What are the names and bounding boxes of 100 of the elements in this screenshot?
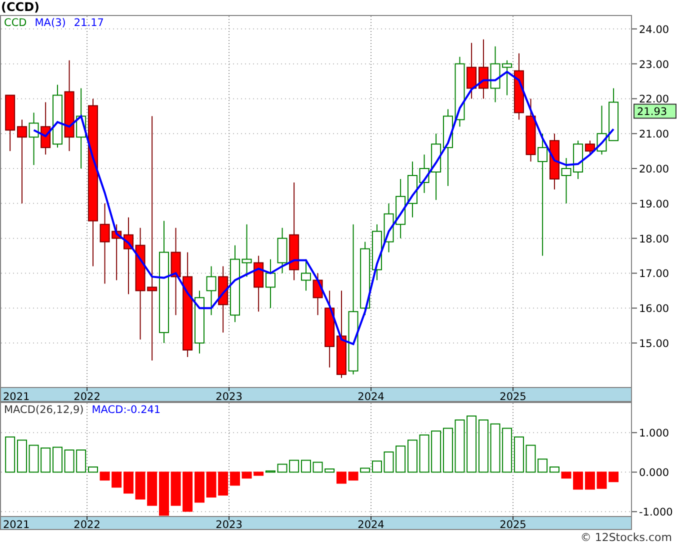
chart-title: (CCD) — [0, 0, 41, 15]
histogram-bar — [170, 472, 181, 506]
axis-label: 18.00 — [639, 233, 670, 246]
histogram-bar — [242, 472, 252, 479]
histogram-bar — [28, 444, 39, 473]
histogram-bar — [419, 434, 430, 473]
legend-label: MA(3) — [34, 17, 66, 29]
candlestick — [384, 202, 394, 253]
candlestick — [372, 224, 382, 281]
candlestick — [396, 178, 406, 239]
histogram-bar — [442, 428, 453, 473]
histogram-bar — [454, 420, 465, 473]
candlestick — [5, 94, 16, 152]
histogram-bar — [312, 462, 323, 473]
candlestick — [419, 154, 430, 194]
histogram-bar — [407, 440, 418, 473]
histogram-bar — [159, 472, 169, 516]
histogram-bar — [182, 472, 193, 512]
axis-label: 1.000 — [639, 428, 670, 440]
histogram-bar — [289, 460, 300, 473]
axis-label: 23.00 — [639, 58, 670, 71]
legend-label: 21.17 — [74, 17, 104, 29]
histogram-bar — [266, 470, 276, 473]
histogram-bar — [147, 472, 158, 506]
histogram-bar — [396, 446, 406, 473]
histogram-bar — [466, 416, 477, 473]
candlestick — [218, 266, 228, 334]
histogram-bar — [478, 420, 488, 473]
year-label: 2024 — [358, 519, 384, 530]
histogram-bar — [124, 472, 134, 494]
histogram-bar — [584, 472, 595, 490]
candlestick — [277, 227, 288, 274]
histogram-bar — [526, 444, 536, 473]
histogram-bar — [384, 452, 394, 473]
candlestick — [242, 224, 252, 278]
candlestick — [407, 161, 418, 218]
last-price-tag: 21.93 — [634, 104, 676, 119]
histogram-bar — [502, 428, 512, 473]
legend-label: MACD:-0.241 — [92, 404, 161, 416]
year-label: 2025 — [500, 519, 526, 530]
candlestick — [112, 224, 122, 281]
histogram-bar — [596, 472, 607, 489]
candlestick — [266, 258, 276, 309]
histogram-bar — [40, 448, 51, 473]
candlestick — [490, 46, 500, 103]
histogram-bar — [135, 472, 146, 500]
histogram-bar — [301, 460, 311, 473]
candlestick — [454, 56, 465, 128]
legend-label: CCD — [4, 17, 27, 29]
histogram-bar — [431, 430, 442, 473]
axis-label: 15.00 — [639, 338, 670, 350]
axis-label: 20.00 — [639, 164, 670, 176]
candlestick — [28, 112, 39, 166]
candlestick — [561, 158, 572, 204]
year-label: 2021 — [3, 519, 30, 530]
histogram-bar — [17, 440, 27, 473]
legend-label: MACD(26,12,9) — [4, 404, 84, 416]
histogram-bar — [76, 450, 86, 473]
candlestick — [194, 290, 204, 354]
histogram-bar — [608, 472, 619, 482]
axis-label: 19.00 — [639, 198, 670, 210]
year-label: 2022 — [74, 391, 100, 402]
axis-label: 17.00 — [639, 268, 670, 280]
year-label: 2021 — [3, 391, 30, 402]
histogram-bar — [206, 472, 216, 498]
axis-label: 0.000 — [639, 467, 670, 480]
candlestick — [608, 88, 619, 142]
axis-label: -1.000 — [639, 506, 673, 519]
histogram-bar — [64, 450, 74, 473]
histogram-bar — [5, 436, 16, 473]
histogram-bar — [254, 472, 264, 476]
candlestick — [478, 38, 488, 100]
candlestick — [254, 255, 264, 312]
year-label: 2023 — [216, 519, 242, 530]
candlestick — [40, 102, 51, 156]
histogram-bar — [112, 472, 122, 488]
year-label: 2022 — [74, 519, 100, 530]
year-label: 2024 — [358, 391, 384, 402]
candlestick — [466, 42, 477, 100]
axis-label: 24.00 — [639, 24, 670, 36]
candlestick — [526, 98, 536, 162]
histogram-bar — [100, 472, 110, 481]
candlestick — [431, 133, 442, 200]
histogram-bar — [52, 446, 62, 473]
histogram-bar — [348, 472, 358, 481]
axis-label: 21.00 — [639, 128, 670, 141]
year-label: 2023 — [216, 391, 242, 402]
candlestick — [596, 105, 607, 156]
axis-label: 22.00 — [639, 94, 670, 106]
histogram-bar — [490, 423, 500, 473]
candlestick — [206, 266, 216, 316]
histogram-bar — [514, 436, 524, 473]
histogram-bar — [230, 472, 240, 486]
candlestick — [52, 84, 62, 148]
histogram-bar — [561, 472, 572, 479]
histogram-bar — [277, 464, 288, 473]
histogram-bar — [573, 472, 584, 490]
histogram-bar — [88, 466, 98, 473]
histogram-bar — [218, 472, 228, 496]
axis-label: 16.00 — [639, 303, 670, 316]
